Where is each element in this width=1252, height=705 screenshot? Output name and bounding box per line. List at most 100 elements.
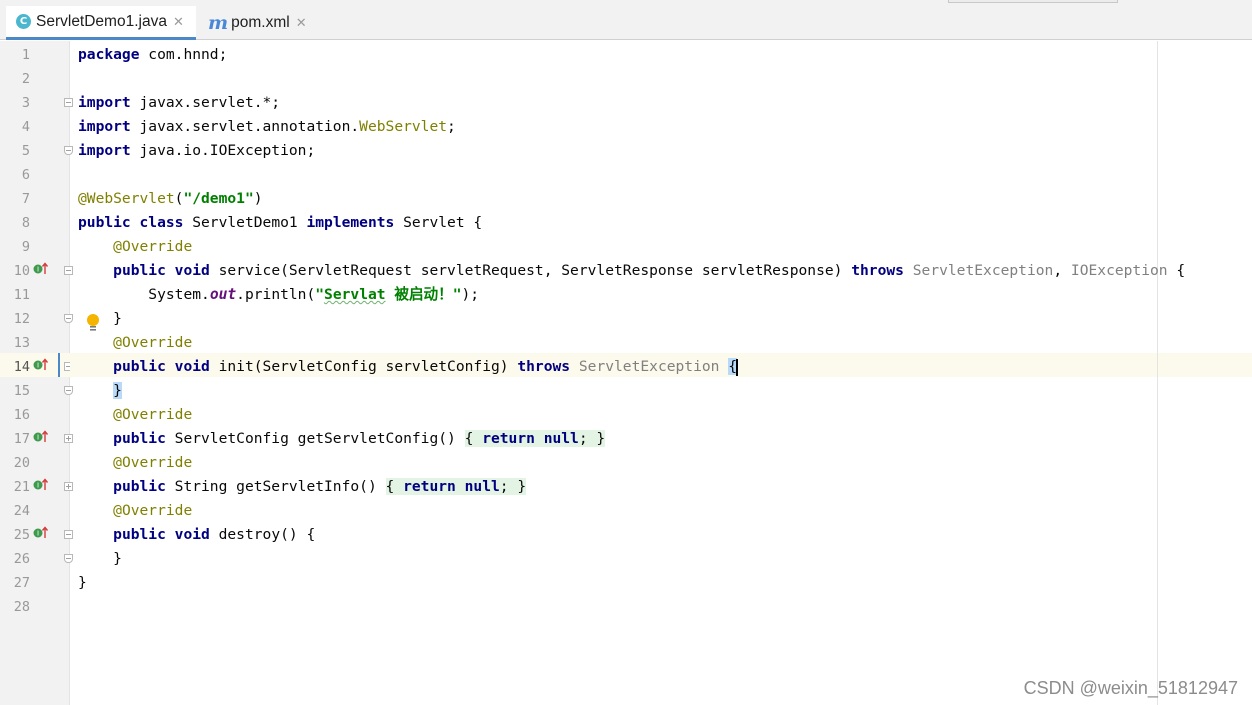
line-number: 3 bbox=[21, 95, 30, 111]
right-margin-guide bbox=[1157, 41, 1158, 705]
code-text: System. bbox=[148, 286, 210, 303]
tab-label: ServletDemo1.java bbox=[36, 12, 167, 30]
code-line: public void destroy() { bbox=[78, 523, 315, 547]
static-field: out bbox=[209, 286, 237, 303]
annotation: @WebServlet bbox=[78, 190, 175, 207]
tab-pom-xml[interactable]: m pom.xml ✕ bbox=[200, 6, 320, 40]
line-number: 13 bbox=[13, 335, 30, 351]
code-text: init(ServletConfig servletConfig) bbox=[209, 358, 518, 375]
line-number: 26 bbox=[13, 551, 30, 567]
implements-method-icon[interactable]: I bbox=[33, 477, 49, 491]
close-icon[interactable]: ✕ bbox=[173, 14, 184, 30]
svg-text:I: I bbox=[37, 482, 39, 490]
implements-method-icon[interactable]: I bbox=[33, 357, 49, 371]
code-text: } bbox=[113, 310, 122, 327]
keyword: public bbox=[78, 214, 131, 231]
keyword: return bbox=[403, 478, 456, 495]
unused-exception: ServletException bbox=[912, 262, 1054, 279]
code-line: @Override bbox=[78, 403, 192, 427]
close-icon[interactable]: ✕ bbox=[296, 15, 307, 31]
code-text: destroy() { bbox=[209, 526, 316, 543]
code-line-current: public void init(ServletConfig servletCo… bbox=[78, 355, 739, 379]
line-number: 12 bbox=[13, 311, 30, 327]
text-caret bbox=[736, 358, 739, 376]
code-text: } bbox=[113, 550, 122, 567]
svg-text:I: I bbox=[37, 530, 39, 538]
line-number-current: 14 bbox=[13, 359, 30, 375]
code-line: } bbox=[78, 571, 87, 595]
line-number-gutter[interactable]: 1 2 3 4 5 6 7 8 9 10 11 12 13 14 15 16 1… bbox=[0, 41, 73, 705]
typo-word: Servlat bbox=[324, 286, 386, 303]
unused-exception: IOException bbox=[1070, 262, 1168, 279]
code-text: Servlet { bbox=[394, 214, 483, 231]
implements-method-icon[interactable]: I bbox=[33, 261, 49, 275]
line-number: 4 bbox=[21, 119, 30, 135]
keyword: throws bbox=[851, 262, 904, 279]
maven-icon: m bbox=[208, 12, 229, 34]
java-class-icon: C bbox=[16, 14, 31, 29]
code-text: ServletConfig getServletConfig() bbox=[165, 430, 465, 447]
lightbulb-icon[interactable] bbox=[85, 312, 101, 336]
code-text: { bbox=[385, 478, 404, 495]
keyword: package bbox=[78, 46, 140, 63]
watermark: CSDN @weixin_51812947 bbox=[1023, 678, 1238, 698]
keyword: implements bbox=[306, 214, 395, 231]
code-text: .println( bbox=[236, 286, 316, 303]
code-text: com.hnnd; bbox=[139, 46, 228, 63]
keyword: import bbox=[78, 94, 131, 111]
string-literal: " bbox=[315, 286, 325, 303]
code-line: @Override bbox=[78, 499, 192, 523]
unused-exception: ServletException bbox=[578, 358, 720, 375]
code-editor[interactable]: package com.hnnd; import javax.servlet.*… bbox=[70, 41, 1252, 705]
line-number: 2 bbox=[21, 71, 30, 87]
annotation: @Override bbox=[113, 238, 193, 255]
code-line: @WebServlet("/demo1") bbox=[78, 187, 263, 211]
code-line: public String getServletInfo() { return … bbox=[78, 475, 527, 499]
implements-method-icon[interactable]: I bbox=[33, 525, 49, 539]
matched-brace: } bbox=[113, 382, 122, 399]
folded-region[interactable]: { return null; } bbox=[385, 478, 527, 495]
line-number: 11 bbox=[13, 287, 30, 303]
svg-text:I: I bbox=[37, 266, 39, 274]
code-line: public class ServletDemo1 implements Ser… bbox=[78, 211, 482, 235]
code-line: import javax.servlet.annotation.WebServl… bbox=[78, 115, 456, 139]
line-number: 25 bbox=[13, 527, 30, 543]
line-number: 24 bbox=[13, 503, 30, 519]
keyword: import bbox=[78, 142, 131, 159]
code-text: ServletDemo1 bbox=[183, 214, 307, 231]
annotation: @Override bbox=[113, 502, 193, 519]
code-text: javax.servlet.annotation. bbox=[130, 118, 360, 135]
line-number: 28 bbox=[13, 599, 30, 615]
code-text: ) bbox=[253, 190, 263, 207]
code-text: ; } bbox=[499, 478, 527, 495]
line-number: 6 bbox=[21, 167, 30, 183]
code-line: @Override bbox=[78, 451, 192, 475]
code-text: service(ServletRequest servletRequest, S… bbox=[209, 262, 852, 279]
line-number: 1 bbox=[21, 47, 30, 63]
code-text: String getServletInfo() bbox=[165, 478, 386, 495]
code-text: { bbox=[464, 430, 483, 447]
line-number: 20 bbox=[13, 455, 30, 471]
annotation: @Override bbox=[113, 406, 193, 423]
line-number: 9 bbox=[21, 239, 30, 255]
annotation: @Override bbox=[113, 454, 193, 471]
folded-region[interactable]: { return null; } bbox=[464, 430, 606, 447]
keyword: public bbox=[113, 478, 166, 495]
keyword: void bbox=[174, 526, 210, 543]
code-line: public ServletConfig getServletConfig() … bbox=[78, 427, 606, 451]
keyword: public bbox=[113, 526, 166, 543]
tab-label: pom.xml bbox=[231, 14, 290, 31]
code-text: java.io.IOException; bbox=[130, 142, 316, 159]
tab-servletdemo1-java[interactable]: C ServletDemo1.java ✕ bbox=[6, 6, 196, 40]
keyword: class bbox=[139, 214, 184, 231]
code-text: , bbox=[1053, 262, 1071, 279]
code-line: package com.hnnd; bbox=[78, 43, 227, 67]
code-line: public void service(ServletRequest servl… bbox=[78, 259, 1185, 283]
keyword: void bbox=[174, 358, 210, 375]
line-number: 5 bbox=[21, 143, 30, 159]
code-text: ; bbox=[447, 118, 456, 135]
implements-method-icon[interactable]: I bbox=[33, 429, 49, 443]
annotation: @Override bbox=[113, 334, 193, 351]
code-text: javax.servlet.*; bbox=[130, 94, 281, 111]
code-line: } bbox=[78, 379, 122, 403]
